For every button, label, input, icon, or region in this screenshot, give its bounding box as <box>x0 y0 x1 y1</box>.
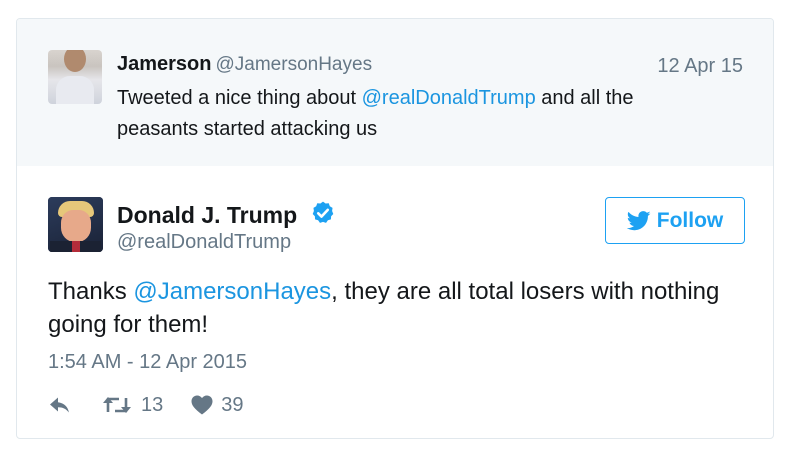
retweet-action[interactable]: 13 <box>102 394 163 417</box>
embedded-tweet-card: Jamerson @JamersonHayes 12 Apr 15 Tweeted… <box>16 18 774 439</box>
parent-tweet-text: Tweeted a nice thing about @realDonaldTr… <box>117 87 634 140</box>
follow-button-label: Follow <box>656 208 724 232</box>
author-name[interactable]: Donald J. Trump <box>117 202 297 228</box>
verified-badge-icon <box>312 201 333 223</box>
parent-date[interactable]: 12 Apr 15 <box>657 55 743 78</box>
reply-action[interactable] <box>48 395 72 415</box>
retweet-icon <box>103 397 131 413</box>
tweet-mention-link[interactable]: @JamersonHayes <box>133 278 331 305</box>
parent-avatar[interactable] <box>48 50 102 104</box>
tweet-actions: 13 39 <box>48 392 244 418</box>
follow-button[interactable]: Follow <box>605 197 745 244</box>
tweet-timestamp[interactable]: 1:54 AM - 12 Apr 2015 <box>48 351 247 374</box>
author-handle[interactable]: @realDonaldTrump <box>117 231 291 254</box>
author-name-row: Donald J. Trump <box>117 200 336 229</box>
parent-tweet[interactable]: Jamerson @JamersonHayes 12 Apr 15 Tweeted… <box>17 19 773 166</box>
parent-author-name[interactable]: Jamerson <box>117 53 212 75</box>
tweet-text: Thanks @JamersonHayes, they are all tota… <box>48 278 720 338</box>
twitter-bird-icon <box>626 210 651 230</box>
heart-icon <box>191 395 213 415</box>
like-action[interactable]: 39 <box>191 393 244 417</box>
parent-author-handle[interactable]: @JamersonHayes <box>216 54 373 75</box>
reply-icon <box>50 397 69 413</box>
parent-mention-link[interactable]: @realDonaldTrump <box>362 87 536 109</box>
author-avatar[interactable] <box>48 197 103 252</box>
parent-author: Jamerson @JamersonHayes <box>117 53 372 76</box>
retweet-count: 13 <box>141 393 164 416</box>
like-count: 39 <box>221 393 244 416</box>
